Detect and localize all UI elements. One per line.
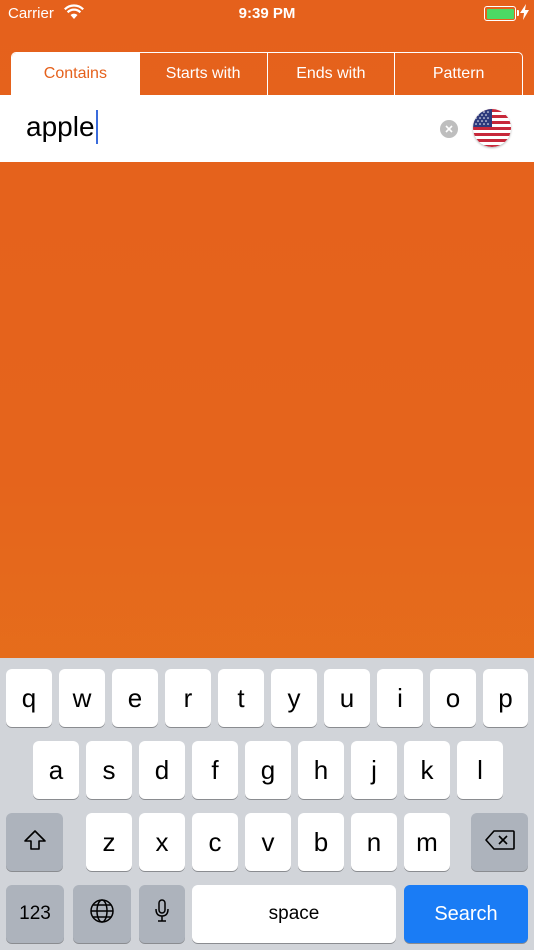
- text-cursor: [96, 110, 98, 144]
- tab-pattern[interactable]: Pattern: [394, 53, 522, 95]
- key-p[interactable]: p: [483, 669, 528, 727]
- key-w[interactable]: w: [59, 669, 105, 727]
- keyboard: q w e r t y u i o p a s d f g h j k l z …: [0, 658, 534, 950]
- globe-key[interactable]: [73, 885, 131, 943]
- key-o[interactable]: o: [430, 669, 476, 727]
- clock: 9:39 PM: [238, 5, 296, 22]
- key-f[interactable]: f: [192, 741, 238, 799]
- shift-icon: [23, 827, 47, 858]
- search-bar: apple: [0, 95, 534, 162]
- microphone-icon: [153, 898, 171, 931]
- key-c[interactable]: c: [192, 813, 238, 871]
- status-bar: Carrier 9:39 PM: [0, 0, 534, 28]
- key-e[interactable]: e: [112, 669, 158, 727]
- key-m[interactable]: m: [404, 813, 450, 871]
- dictation-key[interactable]: [139, 885, 185, 943]
- key-d[interactable]: d: [139, 741, 185, 799]
- key-b[interactable]: b: [298, 813, 344, 871]
- key-l[interactable]: l: [457, 741, 503, 799]
- tab-contains[interactable]: Contains: [12, 53, 139, 95]
- key-i[interactable]: i: [377, 669, 423, 727]
- us-flag-icon[interactable]: [473, 109, 511, 147]
- key-h[interactable]: h: [298, 741, 344, 799]
- battery-icon: [484, 6, 516, 21]
- shift-key[interactable]: [6, 813, 63, 871]
- key-g[interactable]: g: [245, 741, 291, 799]
- key-v[interactable]: v: [245, 813, 291, 871]
- key-y[interactable]: y: [271, 669, 317, 727]
- space-key[interactable]: space: [192, 885, 396, 943]
- key-q[interactable]: q: [6, 669, 52, 727]
- key-j[interactable]: j: [351, 741, 397, 799]
- charging-icon: [520, 4, 529, 24]
- globe-icon: [89, 898, 115, 931]
- backspace-icon: [484, 827, 516, 858]
- key-x[interactable]: x: [139, 813, 185, 871]
- tab-ends-with[interactable]: Ends with: [266, 53, 395, 95]
- search-mode-tabs: Contains Starts with Ends with Pattern: [11, 52, 523, 95]
- numbers-key[interactable]: 123: [6, 885, 64, 943]
- key-r[interactable]: r: [165, 669, 211, 727]
- tab-starts-with[interactable]: Starts with: [138, 53, 267, 95]
- clear-icon[interactable]: [440, 120, 458, 138]
- key-z[interactable]: z: [86, 813, 132, 871]
- search-key[interactable]: Search: [404, 885, 528, 943]
- key-u[interactable]: u: [324, 669, 370, 727]
- backspace-key[interactable]: [471, 813, 528, 871]
- search-input[interactable]: apple: [26, 111, 95, 143]
- key-k[interactable]: k: [404, 741, 450, 799]
- key-s[interactable]: s: [86, 741, 132, 799]
- battery-tip: [517, 10, 519, 16]
- key-t[interactable]: t: [218, 669, 264, 727]
- key-a[interactable]: a: [33, 741, 79, 799]
- key-n[interactable]: n: [351, 813, 397, 871]
